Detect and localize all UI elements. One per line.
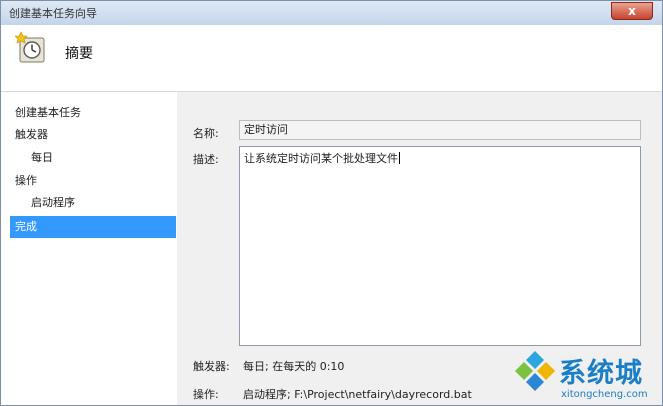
title-bar[interactable]: 创建基本任务向导 x [1, 1, 662, 25]
step-action[interactable]: 操作 [10, 170, 176, 192]
window-title: 创建基本任务向导 [9, 7, 97, 20]
step-start-program[interactable]: 启动程序 [10, 192, 176, 214]
name-field[interactable]: 定时访问 [239, 120, 641, 140]
action-label: 操作: [193, 388, 219, 401]
step-daily[interactable]: 每日 [10, 147, 176, 169]
close-button[interactable]: x [611, 2, 653, 20]
wizard-steps-sidebar: 创建基本任务 触发器 每日 操作 启动程序 完成 [1, 92, 177, 405]
step-trigger[interactable]: 触发器 [10, 124, 176, 146]
description-text: 让系统定时访问某个批处理文件 [244, 152, 398, 165]
description-label: 描述: [193, 153, 219, 166]
trigger-value: 每日; 在每天的 0:10 [243, 360, 345, 373]
action-value: 启动程序; F:\Project\netfairy\dayrecord.bat [243, 388, 472, 401]
step-finish[interactable]: 完成 [10, 216, 176, 238]
wizard-header: 摘要 [1, 25, 662, 92]
clock-task-icon [15, 31, 45, 63]
trigger-label: 触发器: [193, 360, 230, 373]
watermark-brand: 系统城 [559, 358, 643, 389]
site-watermark: 系统城 xitongcheng.com [513, 345, 662, 405]
task-wizard-window: 创建基本任务向导 x 摘要 创建基本任务 触发器 每日 操作 启动程序 完成 名… [0, 0, 663, 406]
watermark-domain: xitongcheng.com [561, 389, 648, 400]
description-field[interactable]: 让系统定时访问某个批处理文件 [239, 146, 641, 346]
text-caret [399, 152, 400, 164]
step-create-basic-task[interactable]: 创建基本任务 [10, 102, 176, 124]
name-label: 名称: [193, 127, 219, 140]
page-title: 摘要 [65, 46, 93, 62]
xitongcheng-logo-icon [515, 351, 555, 391]
